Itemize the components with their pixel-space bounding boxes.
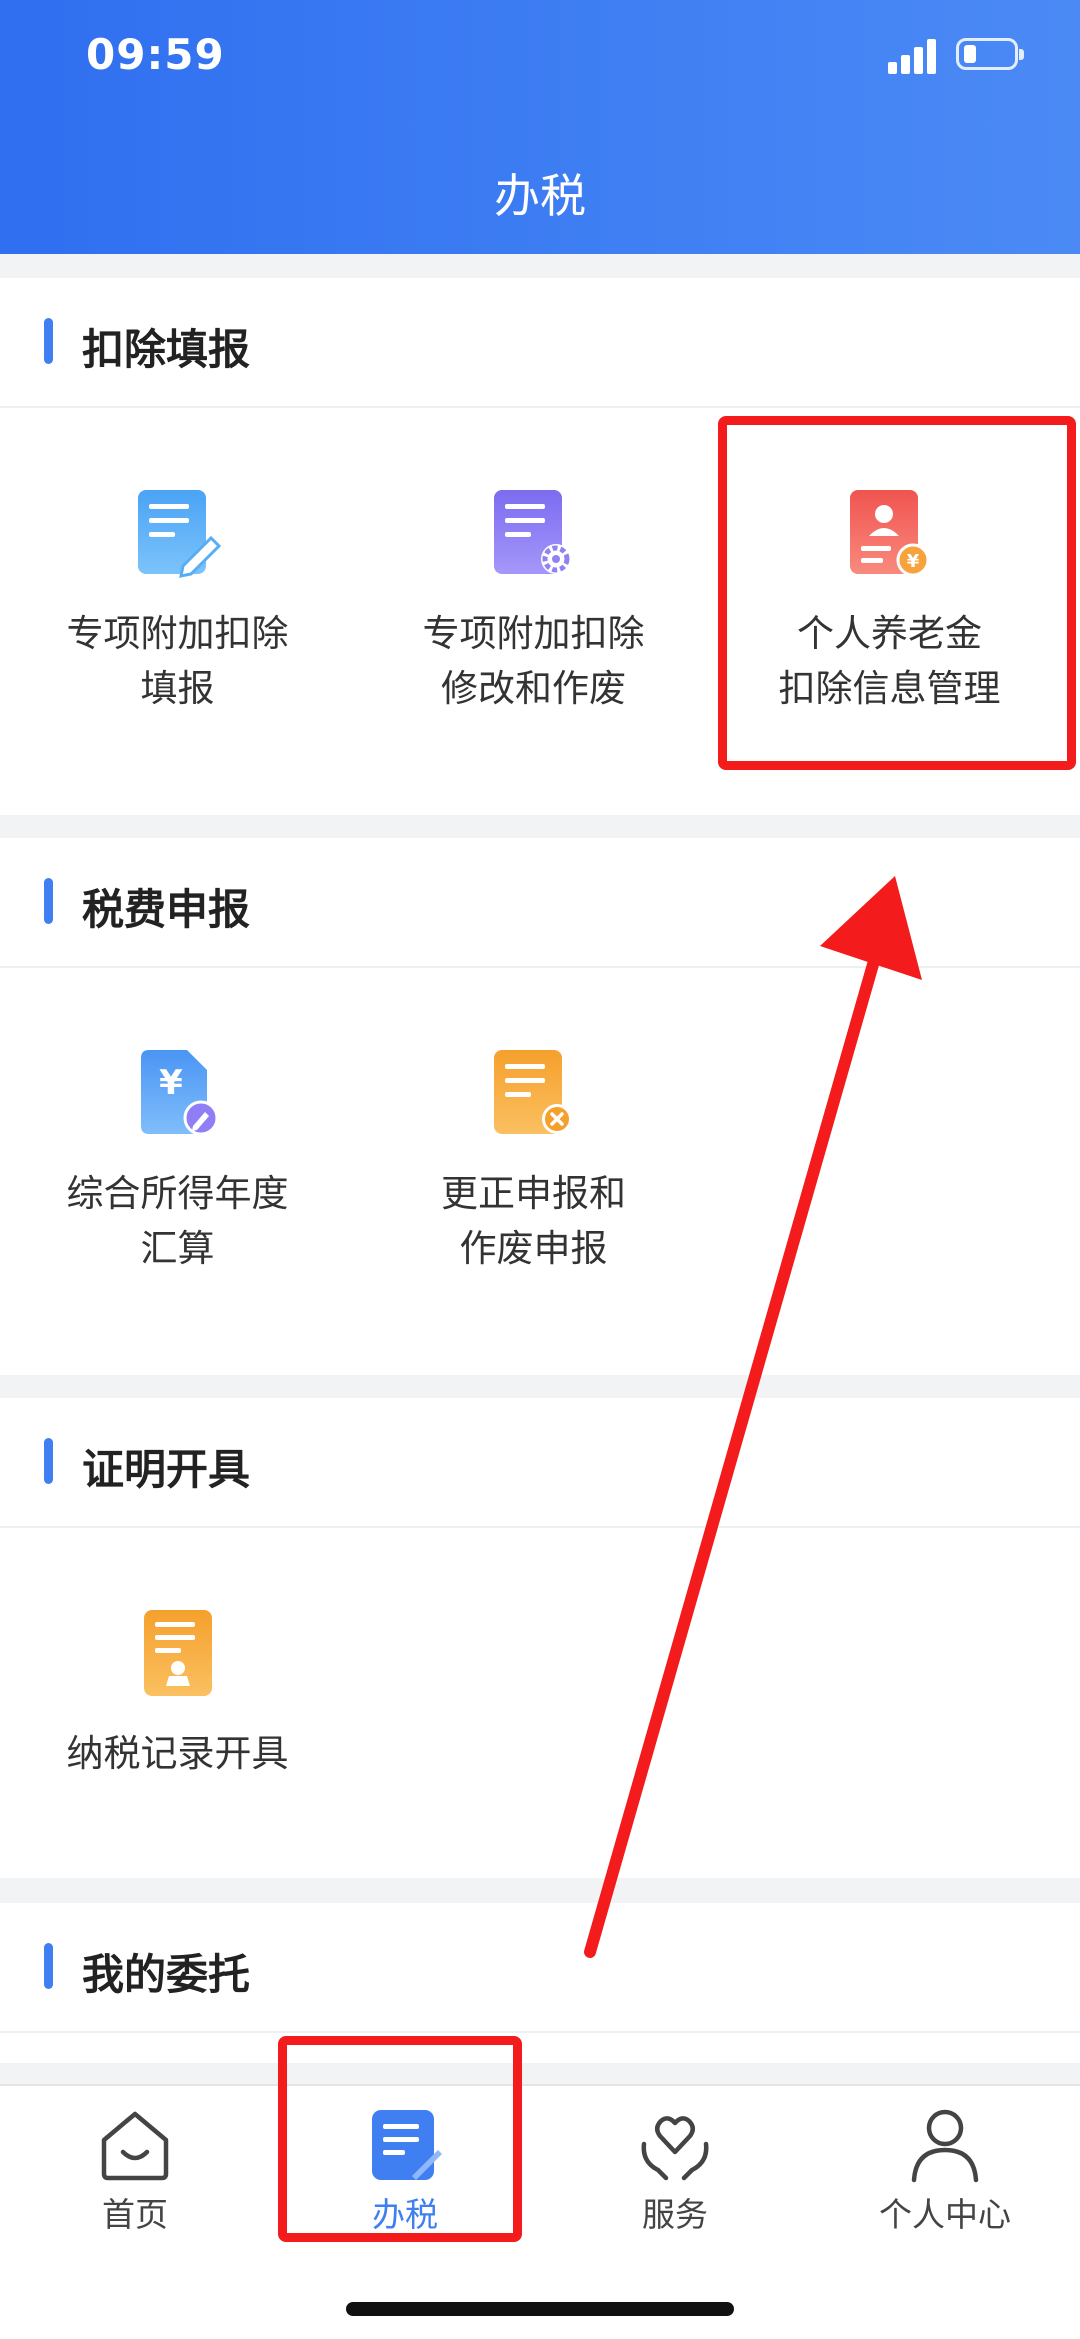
- tile-annual-settlement[interactable]: ¥ 综合所得年度 汇算: [0, 1048, 355, 1276]
- status-time: 09:59: [86, 30, 225, 79]
- bottom-tab-bar: 首页 办税 服务 个人中心: [0, 2084, 1080, 2339]
- signal-icon: [888, 38, 940, 74]
- tile-label-line1: 综合所得年度: [66, 1172, 289, 1215]
- tile-label-line1: 更正申报和: [441, 1172, 626, 1215]
- section-title: 税费申报: [82, 885, 251, 934]
- heart-hands-icon: [636, 2106, 714, 2184]
- section-my-delegations[interactable]: 我的委托: [0, 1903, 1080, 2063]
- yuan-doc-edit-icon: ¥: [135, 1048, 221, 1138]
- section-certificates: 证明开具 纳税记录开具: [0, 1398, 1080, 1878]
- tile-special-deduction-modify[interactable]: 专项附加扣除 修改和作废: [356, 488, 711, 716]
- doc-cancel-icon: [491, 1048, 577, 1138]
- tab-personal-center[interactable]: 个人中心: [810, 2106, 1080, 2236]
- highlight-box-tax-tab: [278, 2036, 522, 2242]
- tile-label-line1: 专项附加扣除: [66, 612, 289, 655]
- tile-label-line2: 填报: [140, 667, 215, 710]
- section-title: 我的委托: [82, 1950, 251, 1999]
- tile-tax-record[interactable]: 纳税记录开具: [0, 1608, 355, 1781]
- doc-edit-icon: [135, 488, 221, 578]
- section-title: 证明开具: [82, 1445, 251, 1494]
- section-accent-bar: [44, 1943, 53, 1989]
- tab-home[interactable]: 首页: [0, 2106, 270, 2236]
- tile-label-line2: 修改和作废: [441, 667, 626, 710]
- top-header: 09:59 办税: [0, 0, 1080, 254]
- svg-text:¥: ¥: [159, 1063, 183, 1103]
- home-icon: [96, 2106, 174, 2184]
- section-title: 扣除填报: [82, 325, 251, 374]
- tile-special-deduction-fill[interactable]: 专项附加扣除 填报: [0, 488, 355, 716]
- section-header: 我的委托: [0, 1903, 1080, 2033]
- page-title: 办税: [494, 169, 586, 223]
- home-indicator: [346, 2302, 734, 2316]
- tile-label-line1: 纳税记录开具: [66, 1732, 289, 1775]
- battery-icon: [956, 38, 1024, 70]
- doc-gear-icon: [491, 488, 577, 578]
- certificate-icon: [135, 1608, 221, 1698]
- tile-label-line2: 作废申报: [459, 1227, 608, 1270]
- section-accent-bar: [44, 878, 53, 924]
- highlight-box-pension: [718, 416, 1076, 770]
- person-icon: [906, 2106, 984, 2184]
- tile-label-line2: 汇算: [140, 1227, 215, 1270]
- section-accent-bar: [44, 318, 53, 364]
- section-accent-bar: [44, 1438, 53, 1484]
- section-header: 证明开具: [0, 1398, 1080, 1528]
- section-header: 税费申报: [0, 838, 1080, 968]
- tab-services[interactable]: 服务: [540, 2106, 810, 2236]
- section-tax-declaration: 税费申报 ¥ 综合所得年度 汇算 更正申报和 作废申报: [0, 838, 1080, 1375]
- tile-correct-cancel-declaration[interactable]: 更正申报和 作废申报: [356, 1048, 711, 1276]
- section-header: 扣除填报: [0, 278, 1080, 408]
- tab-label: 个人中心: [879, 2195, 1011, 2234]
- tile-label-line1: 专项附加扣除: [422, 612, 645, 655]
- tab-label: 服务: [642, 2195, 708, 2234]
- tab-label: 首页: [102, 2195, 168, 2234]
